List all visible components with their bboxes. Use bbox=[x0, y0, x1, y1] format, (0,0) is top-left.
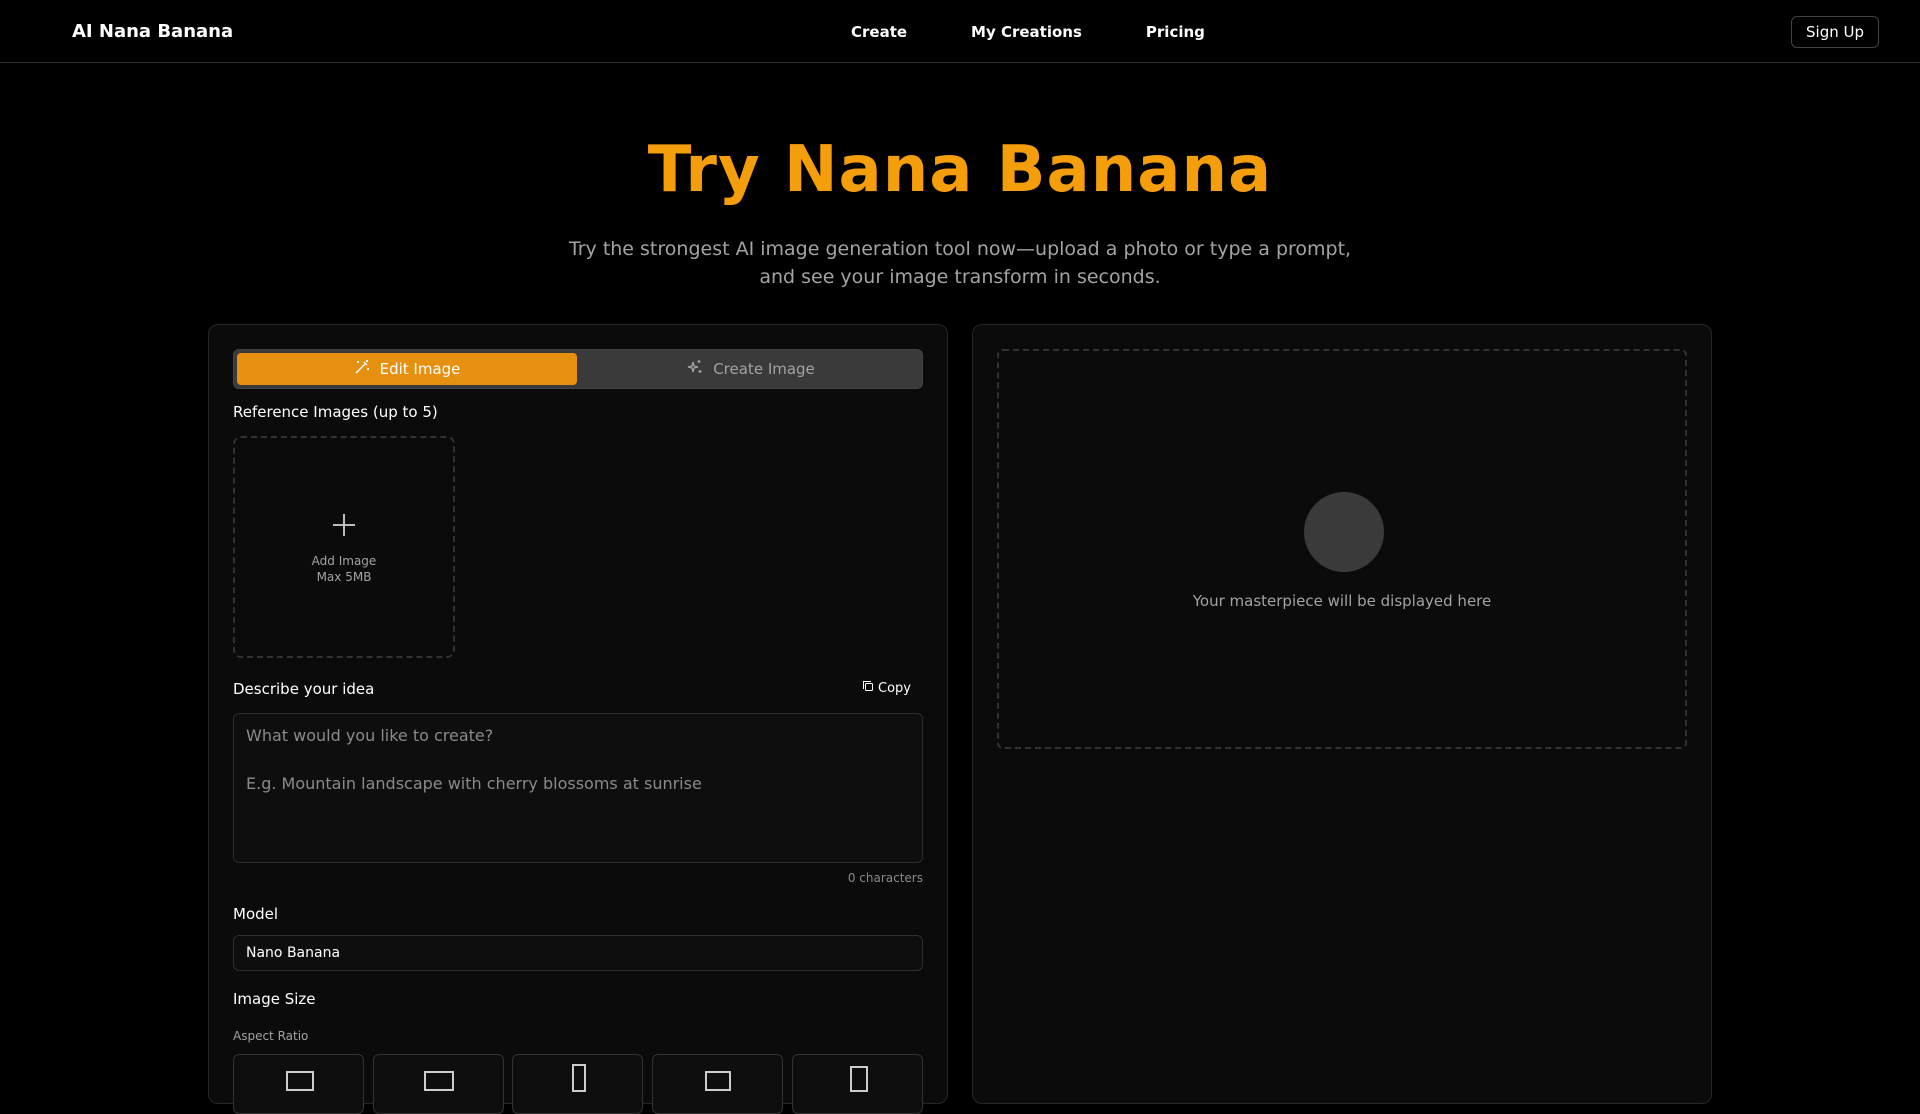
brand[interactable]: AI Nana Banana bbox=[24, 0, 233, 63]
aspect-ratio-label: Aspect Ratio bbox=[233, 1029, 309, 1043]
magic-wand-icon bbox=[354, 359, 370, 379]
sparkles-icon bbox=[687, 359, 703, 379]
aspect-ratio-option-4[interactable] bbox=[652, 1054, 783, 1114]
output-placeholder-text: Your masterpiece will be displayed here bbox=[1192, 592, 1492, 610]
aspect-ratio-option-5[interactable] bbox=[792, 1054, 923, 1114]
brand-name: AI Nana Banana bbox=[72, 21, 234, 42]
page-title: Try Nana Banana bbox=[647, 133, 1273, 207]
output-panel: Your masterpiece will be displayed here bbox=[972, 324, 1712, 1104]
banana-moon-icon bbox=[24, 18, 52, 46]
portrait-ratio-icon bbox=[850, 1066, 868, 1092]
output-preview-area: Your masterpiece will be displayed here bbox=[997, 349, 1687, 749]
nav-create[interactable]: Create bbox=[851, 23, 907, 41]
plus-icon bbox=[331, 510, 357, 544]
nav-pricing[interactable]: Pricing bbox=[1146, 23, 1205, 41]
mode-tabs: Edit Image Create Image bbox=[233, 349, 923, 389]
add-image-label: Add Image bbox=[311, 554, 377, 568]
aspect-ratio-option-2[interactable] bbox=[373, 1054, 504, 1114]
tab-edit-label: Edit Image bbox=[379, 360, 461, 378]
tab-edit-image[interactable]: Edit Image bbox=[237, 353, 577, 385]
add-image-dropzone[interactable]: Add Image Max 5MB bbox=[233, 436, 455, 658]
copy-icon bbox=[862, 680, 874, 696]
landscape-wide-ratio-icon bbox=[424, 1071, 454, 1091]
aspect-ratio-option-3[interactable] bbox=[512, 1054, 643, 1114]
sign-up-button[interactable]: Sign Up bbox=[1791, 16, 1879, 48]
prompt-input[interactable] bbox=[233, 713, 923, 863]
banana-moon-icon bbox=[1327, 513, 1361, 551]
landscape-ratio-icon bbox=[286, 1071, 314, 1091]
tab-create-image[interactable]: Create Image bbox=[581, 353, 921, 385]
reference-images-label: Reference Images (up to 5) bbox=[233, 403, 438, 421]
aspect-ratio-option-1[interactable] bbox=[233, 1054, 364, 1114]
editor-panel: Edit Image Create Image Reference Images… bbox=[208, 324, 948, 1114]
character-count: 0 characters bbox=[847, 871, 923, 885]
model-select[interactable]: Nano Banana bbox=[233, 935, 923, 971]
portrait-tall-ratio-icon bbox=[572, 1064, 586, 1092]
page-subtitle: Try the strongest AI image generation to… bbox=[560, 235, 1360, 291]
top-navigation-bar: AI Nana Banana Create My Creations Prici… bbox=[0, 0, 1920, 63]
model-label: Model bbox=[233, 905, 279, 923]
copy-label: Copy bbox=[878, 680, 911, 696]
image-size-label: Image Size bbox=[233, 990, 316, 1008]
tab-create-label: Create Image bbox=[713, 360, 815, 378]
copy-button[interactable]: Copy bbox=[862, 680, 911, 696]
output-placeholder-badge bbox=[1304, 492, 1384, 572]
model-value: Nano Banana bbox=[246, 945, 341, 961]
describe-idea-label: Describe your idea bbox=[233, 680, 375, 698]
max-size-label: Max 5MB bbox=[316, 570, 372, 584]
landscape-ratio-icon bbox=[705, 1071, 731, 1091]
subtitle-line-2: and see your image transform in seconds. bbox=[759, 266, 1161, 288]
main-nav: Create My Creations Pricing bbox=[851, 0, 1269, 63]
nav-my-creations[interactable]: My Creations bbox=[971, 23, 1082, 41]
subtitle-line-1: Try the strongest AI image generation to… bbox=[568, 238, 1352, 260]
